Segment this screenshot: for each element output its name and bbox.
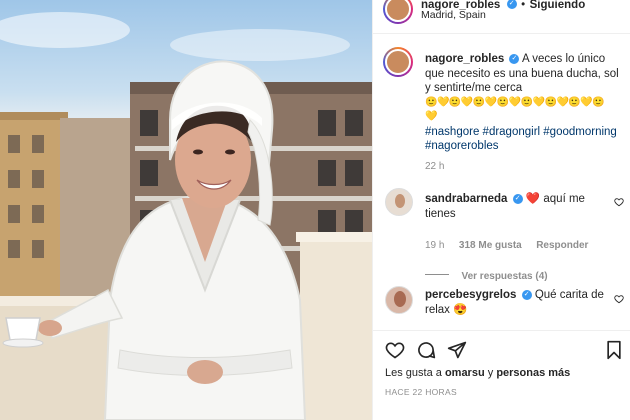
- comment-item: sandrabarneda ✓ ❤️ aquí me tienes 19 h 3…: [425, 192, 605, 284]
- comment-time[interactable]: 19 h: [425, 240, 444, 251]
- heart-icon[interactable]: [385, 340, 405, 360]
- post-photo[interactable]: [0, 0, 372, 420]
- likes-connector: y: [487, 367, 494, 379]
- caption: nagore_robles ✓ A veces lo único que nec…: [425, 52, 625, 172]
- comment-item: percebesygrelos ✓ Qué carita de relax 😍: [425, 288, 605, 317]
- post-photo-illustration: [0, 12, 372, 420]
- likes-prefix: Les gusta a: [385, 367, 442, 379]
- comment-avatar[interactable]: [385, 286, 413, 314]
- following-button[interactable]: Siguiendo: [530, 0, 586, 11]
- caption-emojis-2: 💛: [425, 111, 438, 122]
- verified-badge-icon: ✓: [521, 289, 532, 300]
- heart-outline-icon[interactable]: [614, 197, 624, 207]
- reply-button[interactable]: Responder: [536, 240, 588, 251]
- view-replies-button[interactable]: Ver respuestas (4): [461, 271, 547, 282]
- actions-section: Les gusta a omarsu y personas más HACE 2…: [373, 330, 630, 420]
- verified-badge-icon: ✓: [506, 0, 517, 9]
- caption-time[interactable]: 22 h: [425, 161, 625, 172]
- likes-summary: Les gusta a omarsu y personas más: [385, 367, 570, 379]
- caption-avatar[interactable]: [383, 47, 413, 77]
- likes-more-button[interactable]: personas más: [496, 367, 570, 379]
- bookmark-icon[interactable]: [605, 340, 623, 360]
- red-heart-emoji: ❤️: [525, 193, 541, 205]
- comment-username[interactable]: percebesygrelos: [425, 289, 516, 301]
- heart-outline-icon[interactable]: [614, 294, 624, 304]
- caption-emojis: 🙂💛🙂💛🙂💛🙂💛🙂💛🙂💛🙂💛🙂: [425, 96, 605, 108]
- header-avatar[interactable]: [383, 0, 413, 24]
- verified-badge-icon: ✓: [509, 53, 520, 64]
- likes-user[interactable]: omarsu: [445, 367, 485, 379]
- header-location[interactable]: Madrid, Spain: [421, 8, 486, 23]
- comment-likes[interactable]: 318 Me gusta: [459, 240, 522, 251]
- replies-line: [425, 274, 449, 276]
- post-header: nagore_robles ✓ • Siguiendo Madrid, Spai…: [373, 0, 630, 34]
- comment-icon[interactable]: [416, 340, 436, 360]
- posted-ago[interactable]: HACE 22 HORAS: [385, 387, 457, 397]
- verified-badge-icon: ✓: [512, 193, 523, 204]
- caption-username[interactable]: nagore_robles: [425, 53, 504, 65]
- post-side-panel: nagore_robles ✓ • Siguiendo Madrid, Spai…: [372, 0, 630, 420]
- follow-separator: •: [521, 0, 526, 11]
- paper-plane-icon[interactable]: [447, 340, 467, 360]
- comment-avatar[interactable]: [385, 188, 413, 216]
- caption-hashtags[interactable]: #nashgore #dragongirl #goodmorning #nago…: [425, 125, 625, 154]
- comment-username[interactable]: sandrabarneda: [425, 193, 507, 205]
